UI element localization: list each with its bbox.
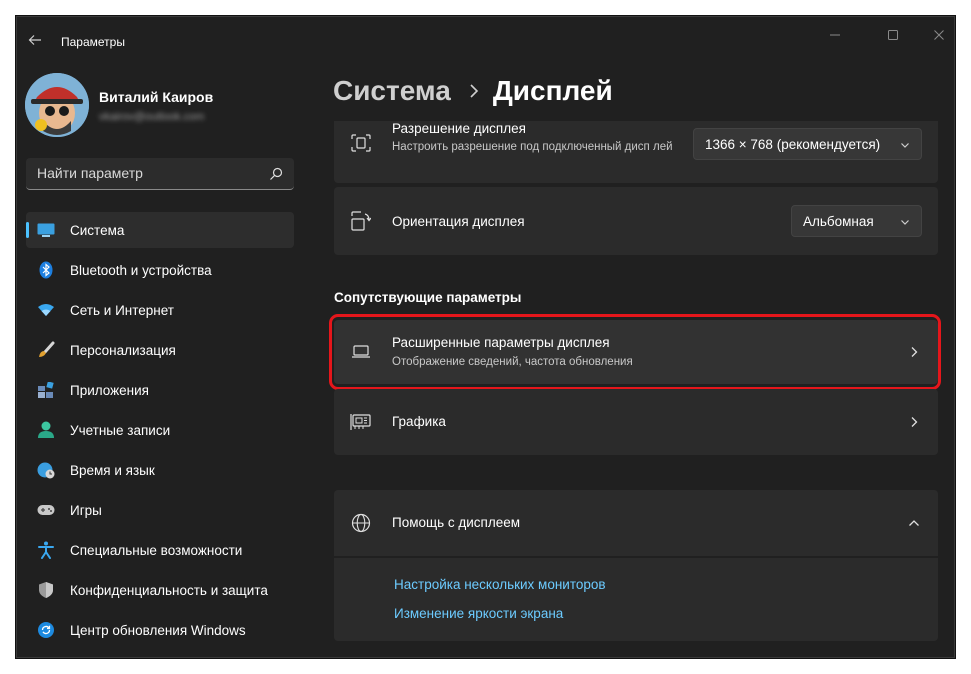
chevron-down-icon: [901, 220, 909, 225]
setting-title: Помощь с дисплеем: [392, 515, 521, 530]
avatar-cartoon-icon: [25, 73, 89, 137]
page-title: Дисплей: [492, 75, 613, 106]
sidebar-item-label: Приложения: [70, 383, 149, 398]
search-icon[interactable]: [268, 166, 284, 182]
sidebar-item-personalization[interactable]: Персонализация: [26, 332, 294, 368]
orientation-dropdown[interactable]: Альбомная: [791, 205, 922, 237]
shield-icon: [37, 581, 55, 599]
close-button[interactable]: [921, 23, 954, 47]
sidebar-item-gaming[interactable]: Игры: [26, 492, 294, 528]
sidebar-item-label: Система: [70, 223, 125, 238]
breadcrumb: Система Дисплей: [333, 75, 613, 107]
setting-description: Настроить разрешение под подключенный ди…: [392, 141, 673, 153]
chevron-down-icon: [901, 143, 909, 148]
settings-window: Параметры Виталий Каиров vkairov@outlook…: [16, 16, 955, 658]
orientation-setting-card: Ориентация дисплея Альбомная: [334, 187, 938, 255]
graphics-card-icon: [350, 411, 372, 433]
globe-icon: [350, 512, 372, 534]
help-link-brightness[interactable]: Изменение яркости экрана: [394, 606, 563, 621]
search-input[interactable]: [26, 158, 256, 188]
selection-indicator: [26, 222, 29, 238]
sidebar-item-time-language[interactable]: Время и язык: [26, 452, 294, 488]
resolution-icon: [350, 132, 372, 154]
search-box[interactable]: [26, 158, 294, 190]
chevron-right-icon: [911, 417, 918, 427]
sidebar-item-bluetooth[interactable]: Bluetooth и устройства: [26, 252, 294, 288]
breadcrumb-parent[interactable]: Система: [333, 75, 451, 107]
sidebar-item-label: Центр обновления Windows: [70, 623, 246, 638]
sidebar-item-apps[interactable]: Приложения: [26, 372, 294, 408]
section-heading: Сопутствующие параметры: [334, 290, 522, 305]
chevron-right-icon: [469, 84, 479, 98]
sidebar-item-privacy[interactable]: Конфиденциальность и защита: [26, 572, 294, 608]
user-name: Виталий Каиров: [99, 89, 214, 105]
sidebar-nav: Система Bluetooth и устройства Сеть и Ин…: [26, 212, 294, 652]
bluetooth-icon: [37, 261, 55, 279]
back-arrow-icon: [28, 35, 41, 45]
resolution-dropdown[interactable]: 1366 × 768 (рекомендуется): [693, 128, 922, 160]
wifi-icon: [37, 301, 55, 319]
red-highlight-frame: [329, 314, 941, 390]
sidebar-item-accounts[interactable]: Учетные записи: [26, 412, 294, 448]
graphics-card[interactable]: Графика: [334, 389, 938, 455]
system-icon: [37, 221, 55, 239]
sidebar-item-accessibility[interactable]: Специальные возможности: [26, 532, 294, 568]
sidebar-item-label: Специальные возможности: [70, 543, 243, 558]
setting-title: Разрешение дисплея: [392, 121, 526, 136]
account-icon: [37, 421, 55, 439]
apps-icon: [37, 381, 55, 399]
close-icon: [934, 30, 944, 40]
minimize-button[interactable]: [817, 23, 853, 47]
help-link-multiple-monitors[interactable]: Настройка нескольких мониторов: [394, 577, 606, 592]
clock-globe-icon: [37, 461, 55, 479]
orientation-icon: [350, 210, 372, 232]
brush-icon: [37, 341, 55, 359]
sidebar-item-label: Конфиденциальность и защита: [70, 583, 268, 598]
avatar[interactable]: [25, 73, 89, 137]
sidebar-item-system[interactable]: Система: [26, 212, 294, 248]
maximize-button[interactable]: [875, 23, 911, 47]
sidebar-item-label: Игры: [70, 503, 102, 518]
update-icon: [37, 621, 55, 639]
sidebar-item-label: Bluetooth и устройства: [70, 263, 212, 278]
help-expander-body: [334, 558, 938, 641]
setting-title: Графика: [392, 414, 446, 429]
dropdown-value: 1366 × 768 (рекомендуется): [705, 136, 881, 152]
setting-title: Ориентация дисплея: [392, 214, 525, 229]
chevron-up-icon: [909, 520, 919, 526]
resolution-setting-card: Разрешение дисплея Настроить разрешение …: [334, 121, 938, 183]
sidebar-item-label: Персонализация: [70, 343, 176, 358]
back-button[interactable]: [23, 28, 47, 52]
sidebar-item-label: Сеть и Интернет: [70, 303, 174, 318]
accessibility-icon: [37, 541, 55, 559]
sidebar-item-windows-update[interactable]: Центр обновления Windows: [26, 612, 294, 648]
user-email: vkairov@outlook.com: [99, 111, 205, 123]
sidebar-item-label: Время и язык: [70, 463, 155, 478]
gamepad-icon: [37, 501, 55, 519]
title-bar: Параметры: [17, 17, 954, 65]
sidebar-item-network[interactable]: Сеть и Интернет: [26, 292, 294, 328]
minimize-icon: [830, 34, 840, 36]
dropdown-value: Альбомная: [803, 213, 874, 229]
sidebar-item-label: Учетные записи: [70, 423, 171, 438]
app-title: Параметры: [61, 35, 125, 49]
help-expander-header[interactable]: Помощь с дисплеем: [334, 490, 938, 556]
maximize-icon: [888, 30, 898, 40]
